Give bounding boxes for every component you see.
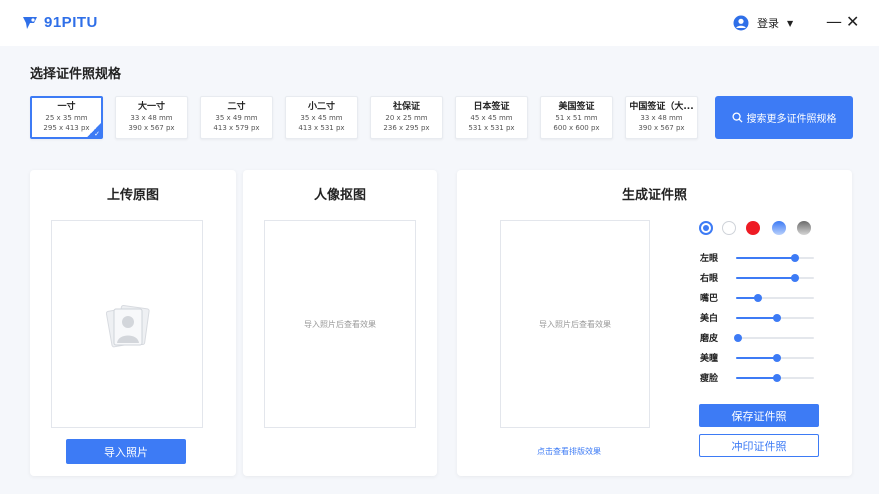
- slider-track[interactable]: [733, 334, 814, 342]
- slider-track[interactable]: [736, 354, 814, 362]
- search-more-specs-label: 搜索更多证件照规格: [746, 114, 837, 125]
- slider-handle[interactable]: [772, 374, 781, 382]
- spec-px: 600 x 600 px: [553, 124, 600, 132]
- cutout-panel: 人像抠图 导入照片后查看效果: [243, 170, 437, 476]
- spec-item[interactable]: 中国签证（大... 33 x 48 mm 390 x 567 px: [625, 96, 698, 139]
- login-button[interactable]: 登录 ▼: [733, 15, 793, 31]
- slider-fill: [736, 257, 795, 259]
- slider-track[interactable]: [736, 294, 814, 302]
- result-preview-frame: 导入照片后查看效果: [500, 220, 650, 428]
- spec-mm: 35 x 45 mm: [300, 114, 343, 122]
- spec-item[interactable]: 日本签证 45 x 45 mm 531 x 531 px: [455, 96, 528, 139]
- upload-panel: 上传原图 导入照片: [30, 170, 236, 476]
- logo-icon: [23, 16, 37, 29]
- spec-px: 413 x 531 px: [298, 124, 345, 132]
- spec-px: 531 x 531 px: [468, 124, 515, 132]
- spec-px: 390 x 567 px: [128, 124, 175, 132]
- slider-label: 美白: [700, 314, 719, 324]
- spec-px: 236 x 295 px: [383, 124, 430, 132]
- slider-track[interactable]: [736, 254, 814, 262]
- upload-panel-title: 上传原图: [106, 188, 159, 203]
- spec-section-title: 选择证件照规格: [30, 67, 122, 82]
- slider-label: 美瞳: [700, 354, 719, 364]
- bg-color-gray-gradient-swatch[interactable]: [797, 221, 811, 235]
- close-button[interactable]: ✕: [846, 12, 859, 32]
- slider-label: 嘴巴: [700, 294, 719, 304]
- spec-name: 大一寸: [137, 102, 165, 112]
- slider-track[interactable]: [736, 314, 814, 322]
- spec-name: 美国签证: [558, 102, 595, 112]
- spec-mm: 45 x 45 mm: [470, 114, 513, 122]
- bg-color-red-swatch[interactable]: [746, 221, 760, 235]
- slider-label: 右眼: [700, 274, 719, 284]
- slider-fill: [736, 377, 777, 379]
- spec-item[interactable]: 二寸 35 x 49 mm 413 x 579 px: [200, 96, 273, 139]
- portrait-placeholder-icon: [106, 304, 150, 348]
- bg-color-blue-gradient-swatch[interactable]: [772, 221, 786, 235]
- user-icon: [733, 15, 749, 31]
- spec-list: 一寸 25 x 35 mm 295 x 413 px ✓ 大一寸 33 x 48…: [30, 96, 698, 139]
- spec-name: 日本签证: [473, 102, 510, 112]
- spec-mm: 51 x 51 mm: [555, 114, 598, 122]
- slider-fill: [736, 277, 795, 279]
- result-placeholder-text: 导入照片后查看效果: [539, 320, 611, 329]
- spec-item[interactable]: 社保证 20 x 25 mm 236 x 295 px: [370, 96, 443, 139]
- spec-name: 二寸: [227, 102, 246, 112]
- app-name: 91PITU: [44, 14, 98, 31]
- spec-px: 413 x 579 px: [213, 124, 260, 132]
- cutout-panel-title: 人像抠图: [313, 188, 366, 203]
- selected-check-icon: ✓: [87, 123, 101, 138]
- generate-panel: 生成证件照 导入照片后查看效果 点击查看排版效果: [457, 170, 852, 476]
- view-layout-link[interactable]: 点击查看排版效果: [537, 446, 601, 457]
- spec-item[interactable]: 美国签证 51 x 51 mm 600 x 600 px: [540, 96, 613, 139]
- generate-panel-title: 生成证件照: [621, 188, 687, 203]
- spec-mm: 35 x 49 mm: [215, 114, 258, 122]
- app-logo: 91PITU: [22, 14, 98, 31]
- slider-label: 左眼: [700, 254, 719, 264]
- spec-name: 中国签证（大...: [629, 102, 694, 112]
- bg-color-blue-swatch[interactable]: [699, 221, 713, 235]
- original-photo-frame: [51, 220, 203, 428]
- slider-label: 磨皮: [700, 334, 719, 344]
- slider-handle[interactable]: [733, 334, 742, 342]
- search-icon: [731, 112, 743, 123]
- spec-mm: 20 x 25 mm: [385, 114, 428, 122]
- spec-mm: 33 x 48 mm: [130, 114, 173, 122]
- slider-handle[interactable]: [772, 354, 781, 362]
- slider-handle[interactable]: [790, 274, 799, 282]
- search-more-specs-button[interactable]: 搜索更多证件照规格: [715, 96, 853, 139]
- minimize-button[interactable]: —: [826, 12, 842, 32]
- slider-fill: [736, 317, 777, 319]
- login-label: 登录: [757, 17, 779, 30]
- slider-track[interactable]: [736, 374, 814, 382]
- print-photo-button[interactable]: 冲印证件照: [699, 434, 819, 457]
- spec-name: 小二寸: [307, 102, 335, 112]
- slider-handle[interactable]: [790, 254, 799, 262]
- spec-item[interactable]: 小二寸 35 x 45 mm 413 x 531 px: [285, 96, 358, 139]
- cutout-preview-frame: 导入照片后查看效果: [264, 220, 416, 428]
- spec-mm: 33 x 48 mm: [640, 114, 683, 122]
- title-bar: 91PITU 登录 ▼ — ✕: [0, 0, 879, 46]
- spec-px: 390 x 567 px: [638, 124, 685, 132]
- save-photo-button[interactable]: 保存证件照: [699, 404, 819, 427]
- spec-name: 一寸: [57, 102, 76, 112]
- slider-handle[interactable]: [772, 314, 781, 322]
- slider-handle[interactable]: [753, 294, 762, 302]
- slider-label: 瘦脸: [700, 374, 719, 384]
- slider-track[interactable]: [736, 274, 814, 282]
- spec-item[interactable]: 大一寸 33 x 48 mm 390 x 567 px: [115, 96, 188, 139]
- spec-name: 社保证: [392, 102, 420, 112]
- spec-item[interactable]: 一寸 25 x 35 mm 295 x 413 px ✓: [30, 96, 103, 139]
- cutout-placeholder-text: 导入照片后查看效果: [304, 320, 376, 329]
- bg-color-white-swatch[interactable]: [722, 221, 736, 235]
- slider-fill: [736, 357, 777, 359]
- chevron-down-icon: ▼: [787, 18, 794, 28]
- import-photo-button[interactable]: 导入照片: [66, 439, 186, 464]
- spec-mm: 25 x 35 mm: [45, 114, 88, 122]
